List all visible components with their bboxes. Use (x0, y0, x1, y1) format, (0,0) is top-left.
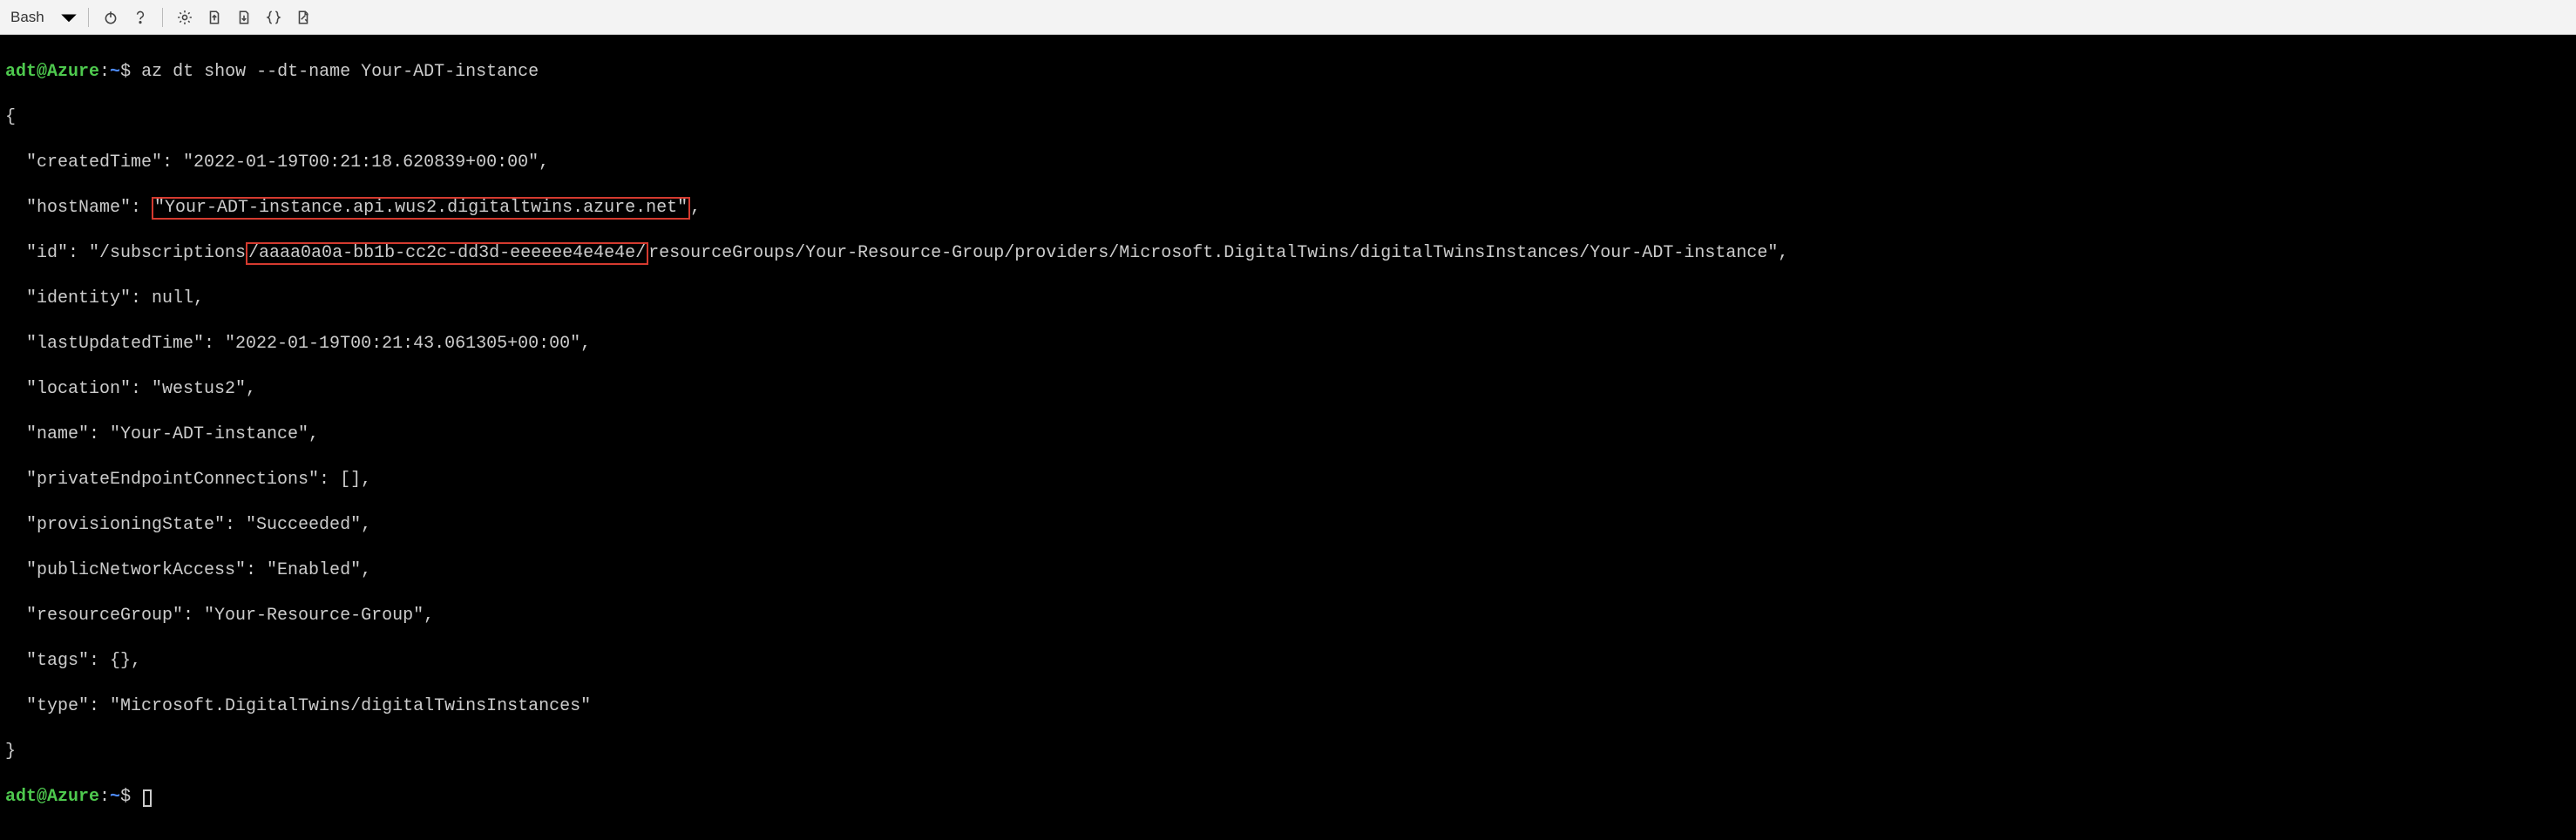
terminal-output[interactable]: adt@Azure:~$ az dt show --dt-name Your-A… (0, 35, 2576, 840)
output-line: "lastUpdatedTime": "2022-01-19T00:21:43.… (5, 333, 2571, 356)
toolbar: Bash (0, 0, 2576, 35)
output-line: "name": "Your-ADT-instance", (5, 423, 2571, 446)
new-file-icon[interactable] (288, 5, 318, 30)
prompt-path: ~ (110, 62, 120, 82)
gear-icon[interactable] (170, 5, 200, 30)
output-line: "resourceGroup": "Your-Resource-Group", (5, 605, 2571, 627)
download-file-icon[interactable] (229, 5, 259, 30)
separator (88, 8, 89, 27)
output-line: } (5, 741, 2571, 763)
output-line: "privateEndpointConnections": [], (5, 469, 2571, 491)
prompt-dollar: $ (120, 62, 131, 82)
output-line: "hostName": "Your-ADT-instance.api.wus2.… (5, 197, 2571, 220)
command-text (131, 62, 141, 82)
output-line: { (5, 106, 2571, 129)
prompt-colon: : (99, 787, 110, 807)
chevron-down-icon[interactable] (57, 5, 81, 30)
prompt-colon: : (99, 62, 110, 82)
prompt-dollar: $ (120, 787, 131, 807)
output-line: "location": "westus2", (5, 378, 2571, 401)
output-line: "provisioningState": "Succeeded", (5, 514, 2571, 537)
separator (162, 8, 163, 27)
output-line: "publicNetworkAccess": "Enabled", (5, 559, 2571, 582)
upload-file-icon[interactable] (200, 5, 229, 30)
prompt-user: adt@Azure (5, 62, 99, 82)
cursor (143, 789, 152, 807)
highlight-subscription-id: /aaaa0a0a-bb1b-cc2c-dd3d-eeeeee4e4e4e/ (246, 242, 648, 265)
output-line: "createdTime": "2022-01-19T00:21:18.6208… (5, 152, 2571, 174)
output-line: "tags": {}, (5, 650, 2571, 673)
help-icon[interactable] (125, 5, 155, 30)
power-icon[interactable] (96, 5, 125, 30)
shell-selector-label[interactable]: Bash (10, 9, 57, 26)
prompt-path: ~ (110, 787, 120, 807)
command-text: az dt show --dt-name Your-ADT-instance (141, 62, 539, 82)
output-line: "id": "/subscriptions/aaaa0a0a-bb1b-cc2c… (5, 242, 2571, 265)
highlight-hostname: "Your-ADT-instance.api.wus2.digitaltwins… (152, 197, 690, 220)
braces-icon[interactable] (259, 5, 288, 30)
output-line: "type": "Microsoft.DigitalTwins/digitalT… (5, 695, 2571, 718)
prompt-user: adt@Azure (5, 787, 99, 807)
output-line: "identity": null, (5, 288, 2571, 310)
